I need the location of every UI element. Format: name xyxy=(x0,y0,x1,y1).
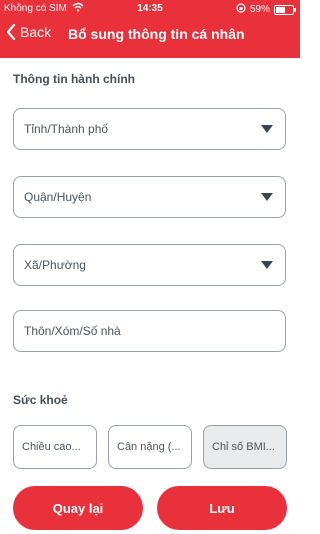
bmi-placeholder: Chỉ số BMI... xyxy=(212,441,275,453)
chevron-left-icon xyxy=(6,24,16,40)
caret-down-icon xyxy=(261,125,273,133)
battery-icon xyxy=(274,4,296,15)
height-placeholder: Chiều cao... xyxy=(22,441,81,453)
address-placeholder: Thôn/Xóm/Số nhà xyxy=(24,324,121,338)
weight-input[interactable]: Cân nặng (... xyxy=(108,425,192,469)
weight-placeholder: Cân nặng (... xyxy=(117,441,181,453)
province-dropdown[interactable]: Tỉnh/Thành phố xyxy=(13,108,286,150)
save-button[interactable]: Lưu xyxy=(157,486,287,530)
bmi-field: Chỉ số BMI... xyxy=(203,425,287,469)
app-header: Không có SIM 14:35 59% Back Bổ sung thôn… xyxy=(0,0,300,58)
caret-down-icon xyxy=(261,193,273,201)
admin-section-title: Thông tin hành chính xyxy=(13,72,135,86)
back-label: Back xyxy=(20,24,52,40)
address-input[interactable]: Thôn/Xóm/Số nhà xyxy=(13,310,286,352)
health-section-title: Sức khoẻ xyxy=(13,393,68,407)
orientation-lock-icon xyxy=(236,3,246,16)
ward-dropdown[interactable]: Xã/Phường xyxy=(13,244,286,286)
status-bar: Không có SIM 14:35 59% xyxy=(0,0,300,18)
ward-placeholder: Xã/Phường xyxy=(24,258,86,272)
back-footer-button[interactable]: Quay lại xyxy=(13,486,143,530)
battery-percent: 59% xyxy=(249,4,270,15)
page-title: Bổ sung thông tin cá nhân xyxy=(68,26,245,42)
caret-down-icon xyxy=(261,261,273,269)
district-dropdown[interactable]: Quận/Huyện xyxy=(13,176,286,218)
height-input[interactable]: Chiều cao... xyxy=(13,425,97,469)
back-button[interactable]: Back xyxy=(6,24,51,40)
navigation-bar: Back Bổ sung thông tin cá nhân xyxy=(0,18,300,52)
province-placeholder: Tỉnh/Thành phố xyxy=(24,122,109,136)
district-placeholder: Quận/Huyện xyxy=(24,190,92,204)
